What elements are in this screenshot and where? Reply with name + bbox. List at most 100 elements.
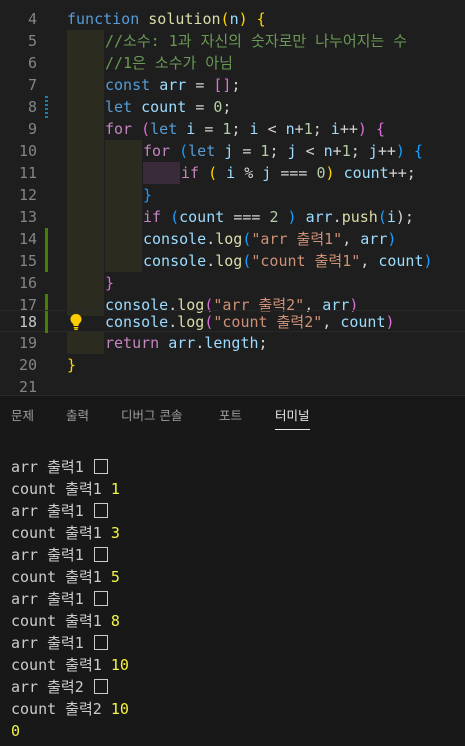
token: arr xyxy=(168,334,196,352)
bottom-panel: 문제 출력 디버그 콘솔 포트 터미널 arr 출력1 count 출력1 1 … xyxy=(0,395,465,746)
token: 2 xyxy=(269,208,279,226)
line-number: 11 xyxy=(18,164,37,182)
token: for xyxy=(143,142,171,160)
code-line-20[interactable]: 20 } xyxy=(0,354,465,376)
indent-highlight xyxy=(105,250,142,272)
code-editor[interactable]: 4 function solution(n) { 5 //소수: 1과 자신의 … xyxy=(0,0,465,395)
indent-highlight xyxy=(67,206,104,228)
token: ) xyxy=(385,313,395,331)
token: i xyxy=(226,164,236,182)
token: ) xyxy=(238,10,248,28)
code-line-9[interactable]: 9 for (let i = 1; i < n+1; i++) { xyxy=(0,118,465,140)
code-text: } xyxy=(67,354,76,376)
token: j xyxy=(368,142,378,160)
code-line-18[interactable]: 18 console.log("count 출력2", count) xyxy=(0,310,465,333)
token: solution xyxy=(148,10,221,28)
token: ( xyxy=(179,142,189,160)
code-line-12[interactable]: 12 } xyxy=(0,184,465,206)
log-label: count 출력1 xyxy=(11,612,102,630)
token: } xyxy=(67,356,77,374)
token: ( xyxy=(141,120,151,138)
token: . xyxy=(332,208,342,226)
code-text: for (let j = 1; j < n+1; j++) { xyxy=(143,140,423,162)
tab-terminal[interactable]: 터미널 xyxy=(275,396,310,436)
tab-output[interactable]: 출력 xyxy=(66,396,89,436)
token: ) xyxy=(395,142,405,160)
token: const xyxy=(105,76,151,94)
tab-ports[interactable]: 포트 xyxy=(219,396,242,436)
token: n xyxy=(229,10,239,28)
terminal-line: arr 출력1 xyxy=(11,456,108,478)
empty-array-icon xyxy=(93,679,108,694)
log-label: arr 출력1 xyxy=(11,546,84,564)
tab-problems[interactable]: 문제 xyxy=(11,396,34,436)
added-marker xyxy=(45,228,48,250)
token: = xyxy=(204,120,214,138)
code-line-16[interactable]: 16 } xyxy=(0,272,465,294)
code-line-7[interactable]: 7 const arr = []; xyxy=(0,74,465,96)
code-text: let count = 0; xyxy=(105,96,231,118)
token: ; xyxy=(231,76,241,94)
code-line-10[interactable]: 10 for (let j = 1; j < n+1; j++) { xyxy=(0,140,465,162)
token: 1 xyxy=(341,142,351,160)
code-line-13[interactable]: 13 if (count === 2 ) arr.push(i); xyxy=(0,206,465,228)
log-label: arr 출력1 xyxy=(11,590,84,608)
log-label: count 출력2 xyxy=(11,700,102,718)
indent-highlight xyxy=(67,162,104,184)
code-line-4[interactable]: 4 function solution(n) { xyxy=(0,8,465,30)
token: ( xyxy=(208,164,218,182)
log-label: count 출력1 xyxy=(11,524,102,542)
line-number: 4 xyxy=(27,10,37,28)
tab-debug-console[interactable]: 디버그 콘솔 xyxy=(121,396,182,436)
code-line-14[interactable]: 14 console.log("arr 출력1", arr) xyxy=(0,228,465,250)
terminal-line: arr 출력1 xyxy=(11,500,108,522)
line-number: 9 xyxy=(27,120,37,138)
code-line-8[interactable]: 8 let count = 0; xyxy=(0,96,465,118)
code-line-5[interactable]: 5 //소수: 1과 자신의 숫자로만 나누어지는 수 xyxy=(0,30,465,52)
code-text: function solution(n) { xyxy=(67,8,266,30)
log-value: 3 xyxy=(110,524,120,542)
code-line-6[interactable]: 6 //1은 소수가 아님 xyxy=(0,52,465,74)
indent-highlight xyxy=(67,118,104,140)
lightbulb-icon[interactable] xyxy=(68,313,84,331)
token: i xyxy=(186,120,196,138)
line-number: 7 xyxy=(27,76,37,94)
code-line-19[interactable]: 19 return arr.length; xyxy=(0,332,465,354)
log-label: arr 출력1 xyxy=(11,458,84,476)
code-text: if (count === 2 ) arr.push(i); xyxy=(143,206,414,228)
code-line-15[interactable]: 15 console.log("count 출력1", count) xyxy=(0,250,465,272)
token: let xyxy=(105,98,133,116)
token: i xyxy=(386,208,396,226)
log-value: 5 xyxy=(110,568,120,586)
terminal-line: count 출력1 3 xyxy=(11,522,120,544)
token: log xyxy=(215,230,243,248)
indent-highlight xyxy=(67,74,104,96)
panel-tabs: 문제 출력 디버그 콘솔 포트 터미널 xyxy=(0,396,465,436)
indent-highlight xyxy=(67,228,104,250)
token: ) xyxy=(423,252,433,270)
added-marker xyxy=(45,311,48,333)
code-text: for (let i = 1; i < n+1; i++) { xyxy=(105,118,385,140)
token: , xyxy=(360,252,370,270)
indent-highlight xyxy=(67,272,104,294)
token: ; xyxy=(312,120,322,138)
indent-highlight xyxy=(143,162,180,184)
token: length xyxy=(204,334,259,352)
code-line-21[interactable]: 21 xyxy=(0,376,465,395)
line-number: 5 xyxy=(27,32,37,50)
line-number: 15 xyxy=(18,252,37,270)
token: let xyxy=(188,142,216,160)
empty-array-icon xyxy=(93,503,108,518)
token: "count 출력1" xyxy=(251,252,361,270)
code-line-11[interactable]: 11 if ( i % j === 0) count++; xyxy=(0,162,465,184)
code-text: //1은 소수가 아님 xyxy=(105,52,233,74)
token: push xyxy=(341,208,378,226)
token: j xyxy=(224,142,234,160)
token: { xyxy=(256,10,266,28)
indent-highlight xyxy=(105,206,142,228)
token: % xyxy=(244,164,254,182)
line-number: 6 xyxy=(27,54,37,72)
code-text: //소수: 1과 자신의 숫자로만 나누어지는 수 xyxy=(105,30,407,52)
token: ++; xyxy=(388,164,416,182)
log-label: count 출력1 xyxy=(11,568,102,586)
